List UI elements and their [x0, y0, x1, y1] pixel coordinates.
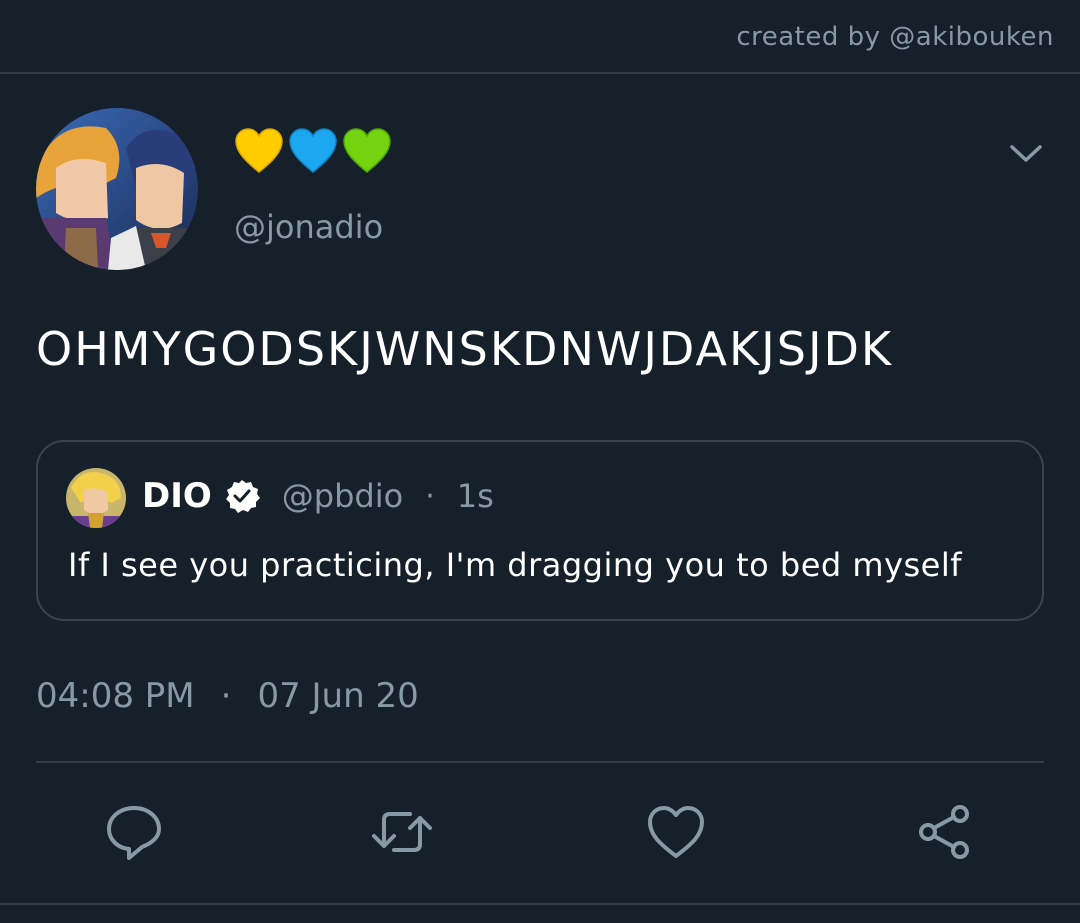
quoted-author-name[interactable]: DIO: [142, 476, 212, 516]
tweet-timestamp: 04:08 PM · 07 Jun 20: [36, 676, 419, 716]
quoted-author-handle[interactable]: @pbdio: [282, 477, 403, 515]
separator-dot: ·: [220, 676, 232, 716]
like-icon: [648, 806, 704, 858]
tweet-detail-view: created by @akibouken @jonadio OHMYGODSK…: [0, 0, 1080, 923]
green-heart-icon: [343, 128, 391, 173]
share-icon: [919, 805, 969, 859]
reply-button[interactable]: [102, 800, 166, 864]
top-divider: [0, 72, 1080, 74]
tweet-date: 07 Jun 20: [257, 676, 419, 716]
tweet-text: OHMYGODSKJWNSKDNWJDAKJSJDK: [36, 322, 894, 376]
author-handle[interactable]: @jonadio: [234, 208, 383, 246]
tweet-time: 04:08 PM: [36, 676, 195, 716]
share-button[interactable]: [912, 800, 976, 864]
quoted-tweet-text: If I see you practicing, I'm dragging yo…: [68, 546, 963, 584]
tweet-actions-bar: [0, 800, 1080, 864]
quoted-tweet-time: 1s: [456, 477, 494, 515]
retweet-button[interactable]: [370, 800, 434, 864]
quoted-tweet-header: DIO @pbdio · 1s: [142, 476, 494, 516]
like-button[interactable]: [644, 800, 708, 864]
verified-badge-icon: [225, 480, 260, 513]
author-avatar[interactable]: [36, 108, 198, 270]
quoted-author-avatar[interactable]: [66, 468, 126, 528]
author-display-name: [234, 128, 392, 174]
quoted-tweet-card[interactable]: DIO @pbdio · 1s If I see you practicing,…: [36, 440, 1044, 621]
actions-divider: [36, 761, 1044, 763]
watermark-credit: created by @akibouken: [736, 22, 1054, 52]
yellow-heart-icon: [235, 128, 283, 173]
chevron-down-icon[interactable]: [1008, 138, 1044, 168]
bottom-divider: [0, 903, 1080, 905]
retweet-icon: [372, 812, 432, 852]
reply-icon: [107, 806, 161, 860]
separator-dot: ·: [425, 478, 435, 514]
blue-heart-icon: [289, 128, 337, 173]
